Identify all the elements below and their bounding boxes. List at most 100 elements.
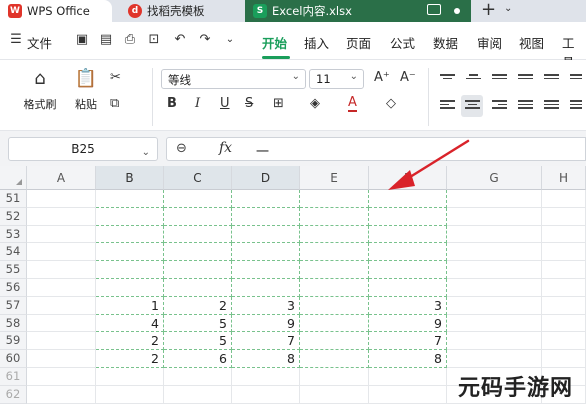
cell-a55[interactable] [27, 261, 96, 279]
menu-page[interactable]: 页面 [346, 33, 371, 52]
cell-g54[interactable] [447, 243, 542, 262]
zoom-search-icon[interactable]: ⊖ [176, 141, 187, 156]
align-top-icon[interactable] [440, 74, 455, 86]
cell-b53[interactable] [96, 225, 164, 244]
monitor-icon[interactable] [427, 4, 441, 15]
cell-e52[interactable] [300, 207, 369, 226]
cell-c53[interactable] [164, 225, 232, 244]
row-header-55[interactable]: 55 [0, 261, 27, 279]
font-color-button[interactable]: A [348, 96, 357, 112]
cell-h60[interactable] [542, 350, 586, 368]
cell-f62[interactable] [369, 385, 447, 404]
column-header-c[interactable]: C [164, 166, 232, 190]
column-header-b[interactable]: B [96, 166, 164, 190]
cell-e54[interactable] [300, 243, 369, 262]
tab-excel-file[interactable]: S Excel内容.xlsx [245, 0, 471, 22]
cell-c57[interactable]: 2 [164, 296, 232, 315]
chevron-down-icon[interactable]: ⌄ [504, 3, 512, 14]
menu-review[interactable]: 审阅 [477, 33, 502, 52]
align-center-icon[interactable] [465, 100, 480, 112]
cell-d55[interactable] [232, 261, 300, 279]
cell-b59[interactable]: 2 [96, 332, 164, 351]
cell-e55[interactable] [300, 261, 369, 279]
cell-b56[interactable] [96, 279, 164, 297]
cell-c51[interactable] [164, 190, 232, 208]
italic-button[interactable]: I [195, 96, 200, 111]
align-middle-icon[interactable] [466, 74, 481, 86]
cell-g52[interactable] [447, 207, 542, 226]
cell-e51[interactable] [300, 190, 369, 208]
underline-button[interactable]: U [220, 96, 230, 111]
cell-c56[interactable] [164, 279, 232, 297]
select-all-corner[interactable] [0, 166, 27, 190]
copy-icon[interactable]: ⧉ [110, 96, 119, 111]
menu-data[interactable]: 数据 [433, 33, 458, 52]
align-left-icon[interactable] [440, 100, 455, 112]
clear-format-icon[interactable]: ◇ [386, 96, 396, 111]
strikethrough-button[interactable]: S [245, 96, 253, 111]
chevron-down-icon[interactable]: ⌄ [222, 32, 238, 48]
cell-e60[interactable] [300, 350, 369, 368]
font-size-select[interactable]: 11 ⌄ [309, 69, 364, 89]
cell-b54[interactable] [96, 243, 164, 262]
redo-icon[interactable]: ↷ [197, 32, 213, 48]
cell-c61[interactable] [164, 368, 232, 386]
cell-a51[interactable] [27, 190, 96, 208]
justify-icon[interactable] [518, 100, 533, 112]
cell-e61[interactable] [300, 368, 369, 386]
cell-b57[interactable]: 1 [96, 296, 164, 315]
cell-e57[interactable] [300, 296, 369, 315]
tab-wps-office[interactable]: W WPS Office [0, 0, 112, 22]
border-icon[interactable]: ⊞ [273, 96, 284, 111]
cell-h56[interactable] [542, 279, 586, 297]
cell-g59[interactable] [447, 332, 542, 351]
cell-b55[interactable] [96, 261, 164, 279]
cell-c60[interactable]: 6 [164, 350, 232, 368]
cell-c59[interactable]: 5 [164, 332, 232, 351]
cell-d58[interactable]: 9 [232, 314, 300, 333]
cell-f52[interactable] [369, 207, 447, 226]
cell-e59[interactable] [300, 332, 369, 351]
menu-file[interactable]: 文件 [27, 33, 52, 52]
cell-c55[interactable] [164, 261, 232, 279]
cell-d62[interactable] [232, 385, 300, 404]
print-icon[interactable]: ⎙ [122, 32, 138, 48]
cell-h57[interactable] [542, 296, 586, 315]
menu-insert[interactable]: 插入 [304, 33, 329, 52]
cell-a58[interactable] [27, 314, 96, 333]
cell-a56[interactable] [27, 279, 96, 297]
cell-b52[interactable] [96, 207, 164, 226]
cell-f56[interactable] [369, 279, 447, 297]
cell-a54[interactable] [27, 243, 96, 262]
cell-f54[interactable] [369, 243, 447, 262]
cell-e58[interactable] [300, 314, 369, 333]
fill-color-icon[interactable]: ◈ [310, 96, 320, 111]
wrap-top-icon[interactable] [518, 74, 533, 86]
orientation-icon[interactable] [570, 74, 585, 86]
cell-b58[interactable]: 4 [96, 314, 164, 333]
cell-f53[interactable] [369, 225, 447, 244]
cell-g55[interactable] [447, 261, 542, 279]
cell-f61[interactable] [369, 368, 447, 386]
save-icon[interactable]: ▣ [74, 32, 90, 48]
export-pdf-icon[interactable]: ▤ [98, 32, 114, 48]
row-header-53[interactable]: 53 [0, 225, 27, 244]
row-header-52[interactable]: 52 [0, 207, 27, 226]
cut-icon[interactable]: ✂ [110, 70, 121, 85]
column-header-a[interactable]: A [27, 166, 96, 190]
menu-home[interactable]: 开始 [262, 33, 287, 52]
hamburger-menu-icon[interactable]: ☰ [8, 32, 24, 48]
formula-input[interactable]: ⊖ fx 一 [166, 137, 586, 161]
cell-f57[interactable]: 3 [369, 296, 447, 315]
cell-f60[interactable]: 8 [369, 350, 447, 368]
cell-a53[interactable] [27, 225, 96, 244]
column-header-d[interactable]: D [232, 166, 300, 190]
cell-f59[interactable]: 7 [369, 332, 447, 351]
row-header-61[interactable]: 61 [0, 368, 27, 386]
cell-b61[interactable] [96, 368, 164, 386]
row-header-58[interactable]: 58 [0, 314, 27, 333]
cell-e62[interactable] [300, 385, 369, 404]
cell-c58[interactable]: 5 [164, 314, 232, 333]
align-bottom-icon[interactable] [492, 74, 507, 86]
row-header-51[interactable]: 51 [0, 190, 27, 208]
